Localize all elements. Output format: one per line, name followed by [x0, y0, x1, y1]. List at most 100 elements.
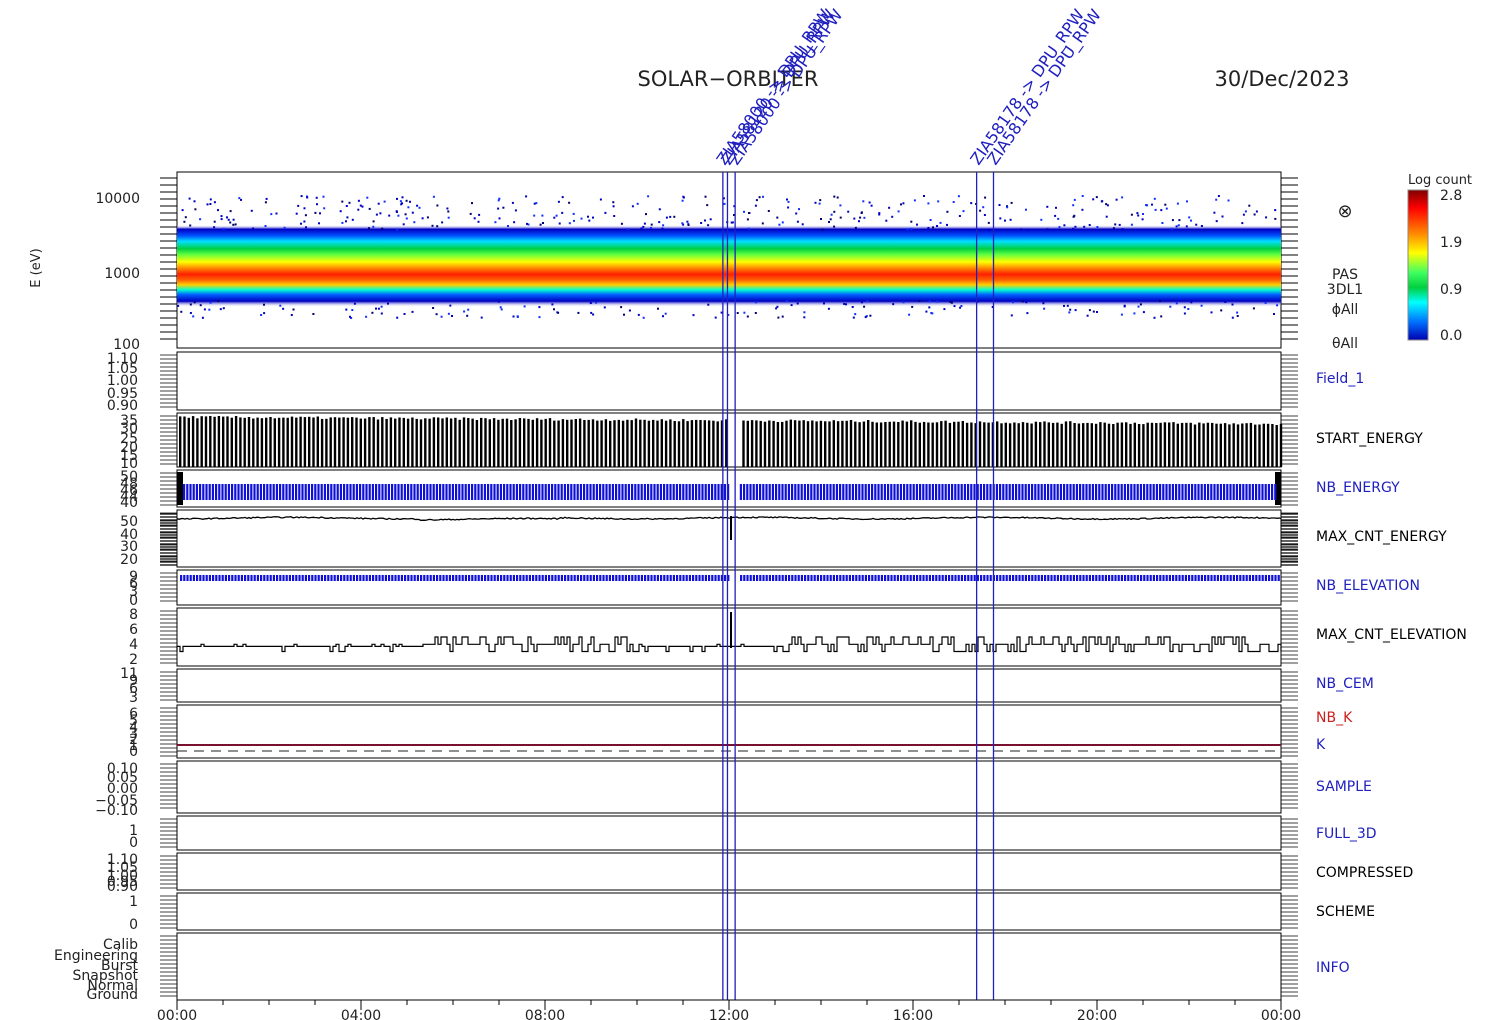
spectrogram-speckle-dot — [580, 217, 583, 220]
nb-energy-bar — [915, 484, 918, 500]
spectrogram-speckle-dot — [1252, 307, 1255, 310]
panel-frame — [176, 932, 1282, 1001]
nb-elevation-bar — [452, 575, 455, 581]
nb-energy-bar — [1159, 484, 1162, 500]
spectrogram-speckle-dot — [613, 215, 616, 217]
spectrogram-speckle-dot — [463, 310, 466, 313]
spectrogram-speckle-dot — [829, 218, 832, 221]
nb-elevation-bar — [368, 575, 371, 581]
nb-energy-bar — [467, 484, 470, 500]
spectrogram-speckle-dot — [377, 202, 380, 205]
nb-energy-bar — [919, 484, 922, 500]
spectrogram-speckle-dot — [1026, 228, 1029, 231]
nb-energy-bar — [771, 484, 774, 500]
nb-elevation-bar — [397, 575, 400, 581]
nb-elevation-bar — [1066, 575, 1069, 581]
start-energy-bar — [510, 420, 513, 467]
nb-elevation-bar — [349, 575, 352, 581]
spectrogram-speckle-dot — [790, 304, 793, 307]
nb-elevation-bar — [1034, 575, 1037, 581]
nb-energy-bar — [1117, 484, 1120, 500]
spectrogram-speckle-dot — [282, 307, 285, 310]
nb-elevation-bar — [308, 575, 311, 581]
nb-energy-bar — [211, 484, 214, 500]
nb-elevation-bar — [941, 575, 944, 581]
panel-name-label: START_ENERGY — [1316, 431, 1423, 447]
spectrogram-speckle-dot — [568, 201, 571, 204]
start-energy-bar — [523, 418, 526, 467]
nb-elevation-bar — [333, 575, 336, 581]
spectrogram-speckle-dot — [1176, 202, 1179, 205]
nb-elevation-bar — [1101, 575, 1104, 581]
nb-elevation-bar — [1236, 575, 1239, 581]
spectrogram-speckle-dot — [512, 315, 515, 318]
nb-energy-bar — [810, 484, 813, 500]
nb-elevation-bar — [388, 575, 391, 581]
nb-energy-bar — [653, 484, 656, 500]
spectrogram-panel: 10000 1000 100 E (eV) ⊗ PAS 3DL1 ϕAll θA… — [29, 171, 1363, 353]
start-energy-bar — [849, 420, 853, 467]
nb-energy-bar — [611, 484, 614, 500]
nb-energy-bar — [803, 484, 806, 500]
nb-elevation-bar — [365, 575, 368, 581]
nb-elevation-bar — [1220, 575, 1223, 581]
spectrogram-speckle-dot — [754, 312, 757, 314]
colorbar-tick: 1.9 — [1440, 235, 1462, 251]
nb-energy-bar — [263, 484, 266, 500]
spectrogram-speckle-dot — [305, 226, 307, 229]
nb-energy-bar — [451, 484, 454, 500]
nb-energy-bar — [1203, 484, 1206, 500]
nb-energy-bar — [1258, 484, 1261, 500]
start-energy-bar — [621, 420, 625, 467]
nb-elevation-bar — [688, 575, 691, 581]
spectrogram-speckle-dot — [194, 208, 197, 211]
spectrogram-speckle-dot — [1025, 208, 1027, 211]
nb-elevation-bar — [1162, 575, 1165, 581]
start-energy-bar — [617, 419, 620, 467]
start-energy-bar — [1142, 424, 1145, 467]
start-energy-bar — [183, 416, 186, 467]
nb-elevation-bar — [685, 575, 688, 581]
nb-energy-bar — [464, 484, 467, 500]
start-energy-bar — [389, 417, 393, 467]
nb-elevation-bar — [1213, 575, 1216, 581]
spectrogram-speckle-dot — [206, 203, 209, 206]
nb-elevation-bar — [484, 575, 487, 581]
nb-elevation-bar — [612, 575, 615, 581]
spectrogram-speckle-dot — [1020, 228, 1023, 231]
spectrogram-ylabel: E (eV) — [29, 248, 44, 287]
nb-elevation-bar — [647, 575, 650, 581]
panel-nb-cem: 11963NB_CEM — [120, 666, 1374, 706]
nb-elevation-bar — [1264, 575, 1267, 581]
spectrogram-speckle-dot — [1068, 311, 1071, 314]
spectrogram-speckle-dot — [1130, 213, 1133, 216]
spectrogram-speckle-dot — [984, 196, 987, 199]
nb-energy-bar — [877, 484, 880, 500]
start-energy-bar — [824, 421, 827, 467]
start-energy-bar — [957, 421, 960, 467]
nb-elevation-bar — [487, 575, 490, 581]
spectrogram-speckle-dot — [306, 196, 309, 199]
spectrogram-speckle-dot — [319, 212, 321, 215]
spectrogram-speckle-dot — [1159, 300, 1162, 302]
start-energy-bar — [690, 420, 694, 467]
spectrogram-speckle-dot — [240, 198, 242, 201]
colorbar-scale — [1407, 189, 1429, 341]
nb-elevation-bar — [1050, 575, 1053, 581]
spectrogram-speckle-dot — [1220, 309, 1223, 312]
nb-elevation-bar — [708, 575, 711, 581]
spectrogram-speckle-dot — [830, 213, 833, 216]
start-energy-bar — [187, 417, 190, 467]
spectrogram-speckle-dot — [1185, 225, 1188, 228]
nb-energy-bar — [416, 484, 419, 500]
colorbar-tick: 0.0 — [1440, 328, 1462, 344]
nb-energy-bar — [909, 484, 912, 500]
spectrogram-speckle-dot — [399, 200, 402, 203]
nb-elevation-bar — [711, 575, 714, 581]
nb-energy-bar — [746, 484, 749, 500]
nb-elevation-bar — [1149, 575, 1152, 581]
start-energy-bar — [1000, 423, 1003, 467]
nb-energy-bar — [1066, 484, 1069, 500]
start-energy-bar — [811, 420, 814, 467]
nb-elevation-bar — [580, 575, 583, 581]
